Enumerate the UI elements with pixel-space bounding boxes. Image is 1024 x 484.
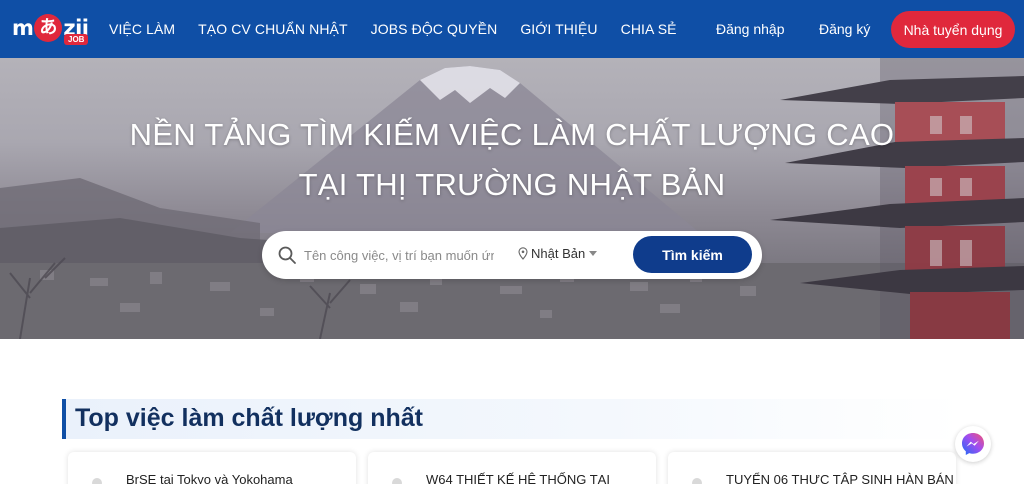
nav-item-about[interactable]: GIỚI THIỆU — [520, 21, 597, 37]
employer-button[interactable]: Nhà tuyển dụng — [891, 11, 1015, 48]
register-link[interactable]: Đăng ký — [819, 21, 870, 37]
job-card[interactable]: W64 THIẾT KẾ HỆ THỐNG TẠI — [368, 452, 656, 484]
section-header: Top việc làm chất lượng nhất — [62, 399, 962, 439]
map-pin-icon — [518, 247, 528, 260]
job-search-bar: Nhật Bản Tìm kiếm — [262, 231, 762, 279]
hero-heading-line-2: TẠI THỊ TRƯỜNG NHẬT BẢN — [298, 167, 726, 202]
mazii-job-logo[interactable]: m あ zii JOB — [12, 8, 89, 48]
logo-job-tag: JOB — [64, 34, 89, 45]
job-card-title[interactable]: BrSE tại Tokyo và Yokohama — [126, 472, 293, 484]
caret-down-icon — [589, 250, 598, 256]
hero-heading: NỀN TẢNG TÌM KIẾM VIỆC LÀM CHẤT LƯỢNG CA… — [0, 110, 1024, 210]
nav-item-create-cv[interactable]: TẠO CV CHUẨN NHẬT — [198, 21, 348, 37]
logo-letter-m: m — [12, 16, 34, 40]
messenger-icon — [962, 433, 984, 455]
main-nav: VIỆC LÀM TẠO CV CHUẨN NHẬT JOBS ĐỘC QUYỀ… — [98, 0, 689, 58]
company-logo — [692, 478, 702, 484]
hero-banner: NỀN TẢNG TÌM KIẾM VIỆC LÀM CHẤT LƯỢNG CA… — [0, 58, 1024, 339]
job-card-title[interactable]: W64 THIẾT KẾ HỆ THỐNG TẠI — [426, 472, 610, 484]
company-logo — [392, 478, 402, 484]
location-value: Nhật Bản — [531, 246, 586, 261]
job-card[interactable]: TUYỂN 06 THỰC TẬP SINH HÀN BÁN — [668, 452, 956, 484]
job-search-input[interactable] — [304, 243, 494, 267]
hero-heading-line-1: NỀN TẢNG TÌM KIẾM VIỆC LÀM CHẤT LƯỢNG CA… — [129, 117, 895, 152]
messenger-chat-button[interactable] — [955, 426, 991, 462]
location-select[interactable]: Nhật Bản — [518, 246, 598, 261]
search-icon — [278, 246, 296, 264]
nav-item-exclusive-jobs[interactable]: JOBS ĐỘC QUYỀN — [371, 21, 498, 37]
company-logo — [92, 478, 102, 484]
login-link[interactable]: Đăng nhập — [716, 21, 785, 37]
nav-item-jobs[interactable]: VIỆC LÀM — [109, 21, 175, 37]
search-button[interactable]: Tìm kiếm — [633, 236, 752, 273]
job-card[interactable]: BrSE tại Tokyo và Yokohama — [68, 452, 356, 484]
logo-badge-a: あ — [34, 14, 63, 42]
section-title: Top việc làm chất lượng nhất — [75, 404, 423, 432]
top-navbar: m あ zii JOB VIỆC LÀM TẠO CV CHUẨN NHẬT J… — [0, 0, 1024, 58]
job-card-title[interactable]: TUYỂN 06 THỰC TẬP SINH HÀN BÁN — [726, 472, 954, 484]
nav-item-share[interactable]: CHIA SẺ — [621, 21, 677, 37]
